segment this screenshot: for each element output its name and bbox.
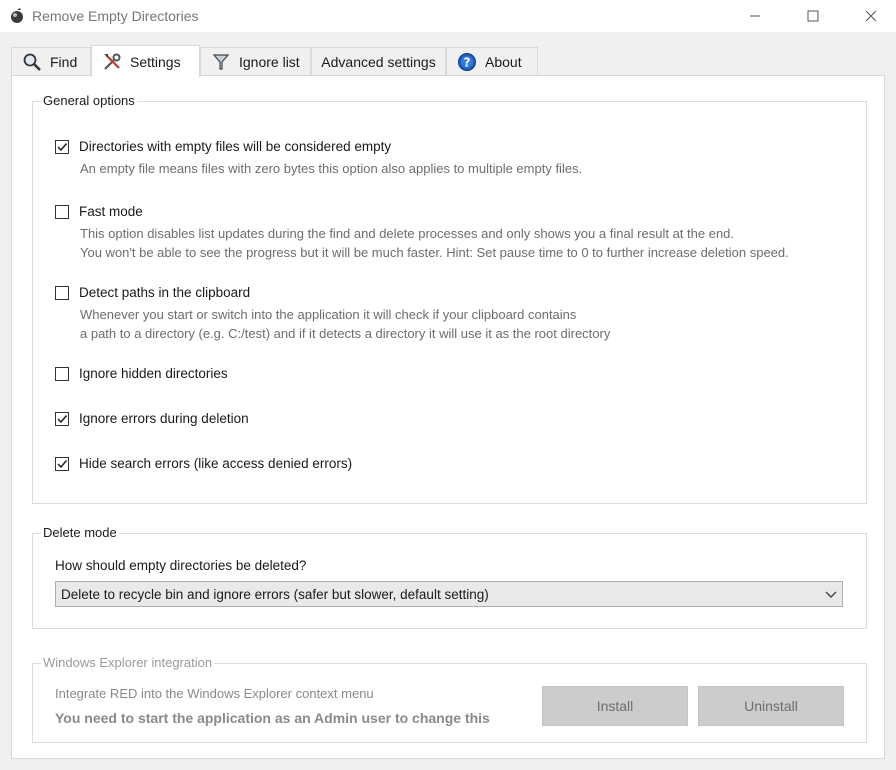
checkbox[interactable] bbox=[55, 456, 69, 471]
admin-required-notice: You need to start the application as an … bbox=[55, 710, 490, 726]
tab-label: Settings bbox=[130, 53, 181, 70]
install-button[interactable]: Install bbox=[542, 686, 688, 726]
delete-mode-select[interactable]: Delete to recycle bin and ignore errors … bbox=[55, 581, 843, 607]
tab-label: Ignore list bbox=[239, 53, 300, 70]
tab-label: Find bbox=[50, 53, 78, 70]
explorer-integration-group: Windows Explorer integration Integrate R… bbox=[32, 655, 867, 743]
option-label: Detect paths in the clipboard bbox=[79, 285, 251, 300]
option-label: Directories with empty files will be con… bbox=[79, 139, 392, 154]
option-hide-search-errors[interactable]: Hide search errors (like access denied e… bbox=[55, 456, 352, 471]
option-empty-files[interactable]: Directories with empty files will be con… bbox=[55, 139, 391, 154]
tab-about[interactable]: ? About bbox=[446, 47, 538, 75]
checkbox[interactable] bbox=[55, 139, 69, 154]
selected-value: Delete to recycle bin and ignore errors … bbox=[61, 586, 489, 602]
option-label: Fast mode bbox=[79, 204, 143, 219]
tab-label: Advanced settings bbox=[321, 53, 436, 70]
maximize-button[interactable] bbox=[790, 0, 836, 32]
checkbox[interactable] bbox=[55, 366, 69, 381]
maximize-icon bbox=[807, 10, 819, 22]
chevron-down-icon bbox=[825, 591, 837, 598]
option-ignore-hidden[interactable]: Ignore hidden directories bbox=[55, 366, 228, 381]
option-label: Ignore errors during deletion bbox=[79, 411, 249, 426]
option-description: This option disables list updates during… bbox=[80, 226, 789, 260]
tab-find[interactable]: Find bbox=[11, 47, 91, 75]
close-button[interactable] bbox=[848, 0, 894, 32]
tab-advanced-settings[interactable]: Advanced settings bbox=[311, 47, 446, 75]
tab-settings[interactable]: Settings bbox=[91, 45, 200, 77]
delete-mode-question: How should empty directories be deleted? bbox=[55, 558, 307, 573]
option-description: An empty file means files with zero byte… bbox=[80, 161, 583, 176]
tools-icon bbox=[102, 52, 122, 72]
checkbox[interactable] bbox=[55, 204, 69, 219]
minimize-icon bbox=[750, 15, 760, 17]
option-ignore-errors[interactable]: Ignore errors during deletion bbox=[55, 411, 249, 426]
option-label: Hide search errors (like access denied e… bbox=[79, 456, 353, 471]
option-description: Whenever you start or switch into the ap… bbox=[80, 307, 611, 341]
checkmark-icon bbox=[57, 459, 68, 468]
title-bar: Remove Empty Directories bbox=[0, 0, 896, 32]
option-label: Ignore hidden directories bbox=[79, 366, 228, 381]
tab-ignore-list[interactable]: Ignore list bbox=[200, 47, 311, 75]
magnifier-icon bbox=[22, 52, 42, 72]
app-icon bbox=[8, 7, 26, 25]
group-title: General options bbox=[41, 93, 137, 108]
help-icon: ? bbox=[457, 52, 477, 72]
option-detect-clipboard[interactable]: Detect paths in the clipboard bbox=[55, 285, 250, 300]
checkbox[interactable] bbox=[55, 285, 69, 300]
delete-mode-group: Delete mode How should empty directories… bbox=[32, 525, 867, 629]
group-title: Delete mode bbox=[41, 525, 119, 540]
settings-panel: General options Directories with empty f… bbox=[11, 75, 885, 759]
checkbox[interactable] bbox=[55, 411, 69, 426]
explorer-description: Integrate RED into the Windows Explorer … bbox=[55, 686, 374, 701]
checkmark-icon bbox=[57, 414, 68, 423]
checkmark-icon bbox=[57, 142, 68, 151]
close-icon bbox=[865, 10, 877, 22]
tab-label: About bbox=[485, 53, 522, 70]
svg-text:?: ? bbox=[464, 55, 471, 69]
filter-icon bbox=[211, 52, 231, 72]
option-fast-mode[interactable]: Fast mode bbox=[55, 204, 143, 219]
window-title: Remove Empty Directories bbox=[32, 8, 199, 24]
uninstall-button[interactable]: Uninstall bbox=[698, 686, 844, 726]
group-title: Windows Explorer integration bbox=[41, 655, 215, 670]
minimize-button[interactable] bbox=[732, 0, 778, 32]
general-options-group: General options Directories with empty f… bbox=[32, 93, 867, 504]
